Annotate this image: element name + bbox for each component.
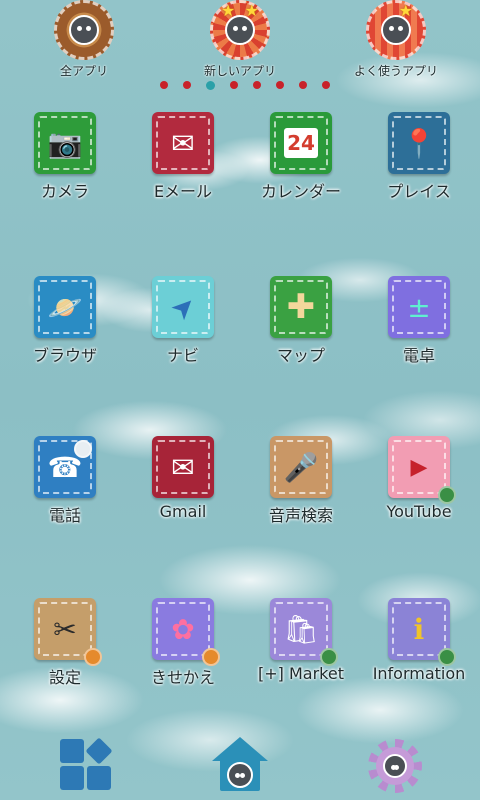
camera-icon: 📷: [34, 112, 96, 174]
app-label: Information: [372, 664, 466, 683]
app-label: 電卓: [402, 346, 435, 365]
calendar-icon: 24: [270, 112, 332, 174]
penguin-stripes-icon: ★: [366, 0, 426, 60]
page-dot-active[interactable]: [206, 80, 215, 90]
tools-icon: ✂: [34, 598, 102, 666]
page-dot[interactable]: [230, 81, 238, 89]
app-maps[interactable]: ✚ マップ: [242, 276, 360, 366]
app-label: [+] Market: [258, 664, 344, 683]
app-voice-search[interactable]: 🎤 音声検索: [242, 436, 360, 526]
all-apps-button[interactable]: 全アプリ: [24, 0, 144, 79]
app-settings[interactable]: ✂ 設定: [6, 598, 124, 688]
app-themes[interactable]: ✿ きせかえ: [124, 598, 242, 688]
microphone-icon: 🎤: [270, 436, 332, 498]
settings-gear-icon[interactable]: [368, 739, 428, 799]
app-navi[interactable]: ➤ ナビ: [124, 276, 242, 366]
puzzle-icon: ✿: [152, 598, 220, 666]
app-gmail[interactable]: ✉ Gmail: [124, 436, 242, 521]
page-dot[interactable]: [276, 81, 284, 89]
page-dot[interactable]: [299, 81, 307, 89]
dock: [0, 735, 480, 800]
app-label: 設定: [48, 668, 81, 687]
new-apps-button[interactable]: ★ ★ 新しいアプリ: [180, 0, 300, 79]
page-dot[interactable]: [322, 81, 330, 89]
email-icon: ✉: [152, 112, 214, 174]
app-drawer-icon[interactable]: [56, 735, 116, 795]
page-dot[interactable]: [253, 81, 261, 89]
app-calculator[interactable]: ± 電卓: [360, 276, 478, 366]
new-apps-label: 新しいアプリ: [203, 64, 276, 78]
app-label: プレイス: [387, 182, 451, 201]
app-camera[interactable]: 📷 カメラ: [6, 112, 124, 202]
bandage-icon: ✚: [270, 276, 332, 338]
app-market[interactable]: 🛍 [+] Market: [242, 598, 360, 683]
app-browser[interactable]: 🪐 ブラウザ: [6, 276, 124, 366]
youtube-icon: ▶: [388, 436, 456, 504]
app-label: Eメール: [153, 182, 213, 201]
button-decoration-icon: [202, 648, 220, 666]
button-decoration-icon: [84, 648, 102, 666]
all-apps-label: 全アプリ: [59, 64, 108, 78]
info-icon: i: [388, 598, 456, 666]
button-decoration-icon: [320, 648, 338, 666]
app-label: YouTube: [386, 502, 452, 521]
frequent-apps-label: よく使うアプリ: [353, 64, 438, 78]
app-label: Gmail: [159, 502, 207, 521]
page-dot[interactable]: [183, 81, 191, 89]
app-label: ブラウザ: [32, 346, 97, 365]
home-penguin-icon[interactable]: [212, 737, 272, 797]
button-decoration-icon: [438, 648, 456, 666]
button-decoration-icon: [438, 486, 456, 504]
top-shortcuts: 全アプリ ★ ★ 新しいアプリ ★ よく使うアプリ: [0, 0, 480, 80]
compass-icon: ➤: [152, 276, 214, 338]
frequent-apps-button[interactable]: ★ よく使うアプリ: [336, 0, 456, 79]
app-information[interactable]: i Information: [360, 598, 478, 683]
planet-icon: 🪐: [34, 276, 96, 338]
app-label: マップ: [276, 346, 325, 365]
app-youtube[interactable]: ▶ YouTube: [360, 436, 478, 521]
phone-icon: ☎: [34, 436, 96, 498]
calculator-icon: ±: [388, 276, 450, 338]
app-phone[interactable]: ☎ 電話: [6, 436, 124, 526]
shopping-bag-icon: 🛍: [270, 598, 338, 666]
app-calendar[interactable]: 24 カレンダー: [242, 112, 360, 202]
page-indicator: [160, 78, 330, 92]
gmail-icon: ✉: [152, 436, 214, 498]
app-label: 音声検索: [268, 506, 333, 525]
app-email[interactable]: ✉ Eメール: [124, 112, 242, 202]
penguin-stars-icon: ★ ★: [210, 0, 270, 60]
app-places[interactable]: 📍 プレイス: [360, 112, 478, 202]
map-pin-icon: 📍: [388, 112, 450, 174]
page-dot[interactable]: [160, 81, 168, 89]
app-label: きせかえ: [150, 668, 215, 687]
app-label: カメラ: [40, 182, 89, 201]
app-label: 電話: [48, 506, 81, 525]
app-label: カレンダー: [260, 182, 341, 201]
button-decoration-icon: [74, 440, 92, 458]
penguin-donut-icon: [54, 0, 114, 60]
